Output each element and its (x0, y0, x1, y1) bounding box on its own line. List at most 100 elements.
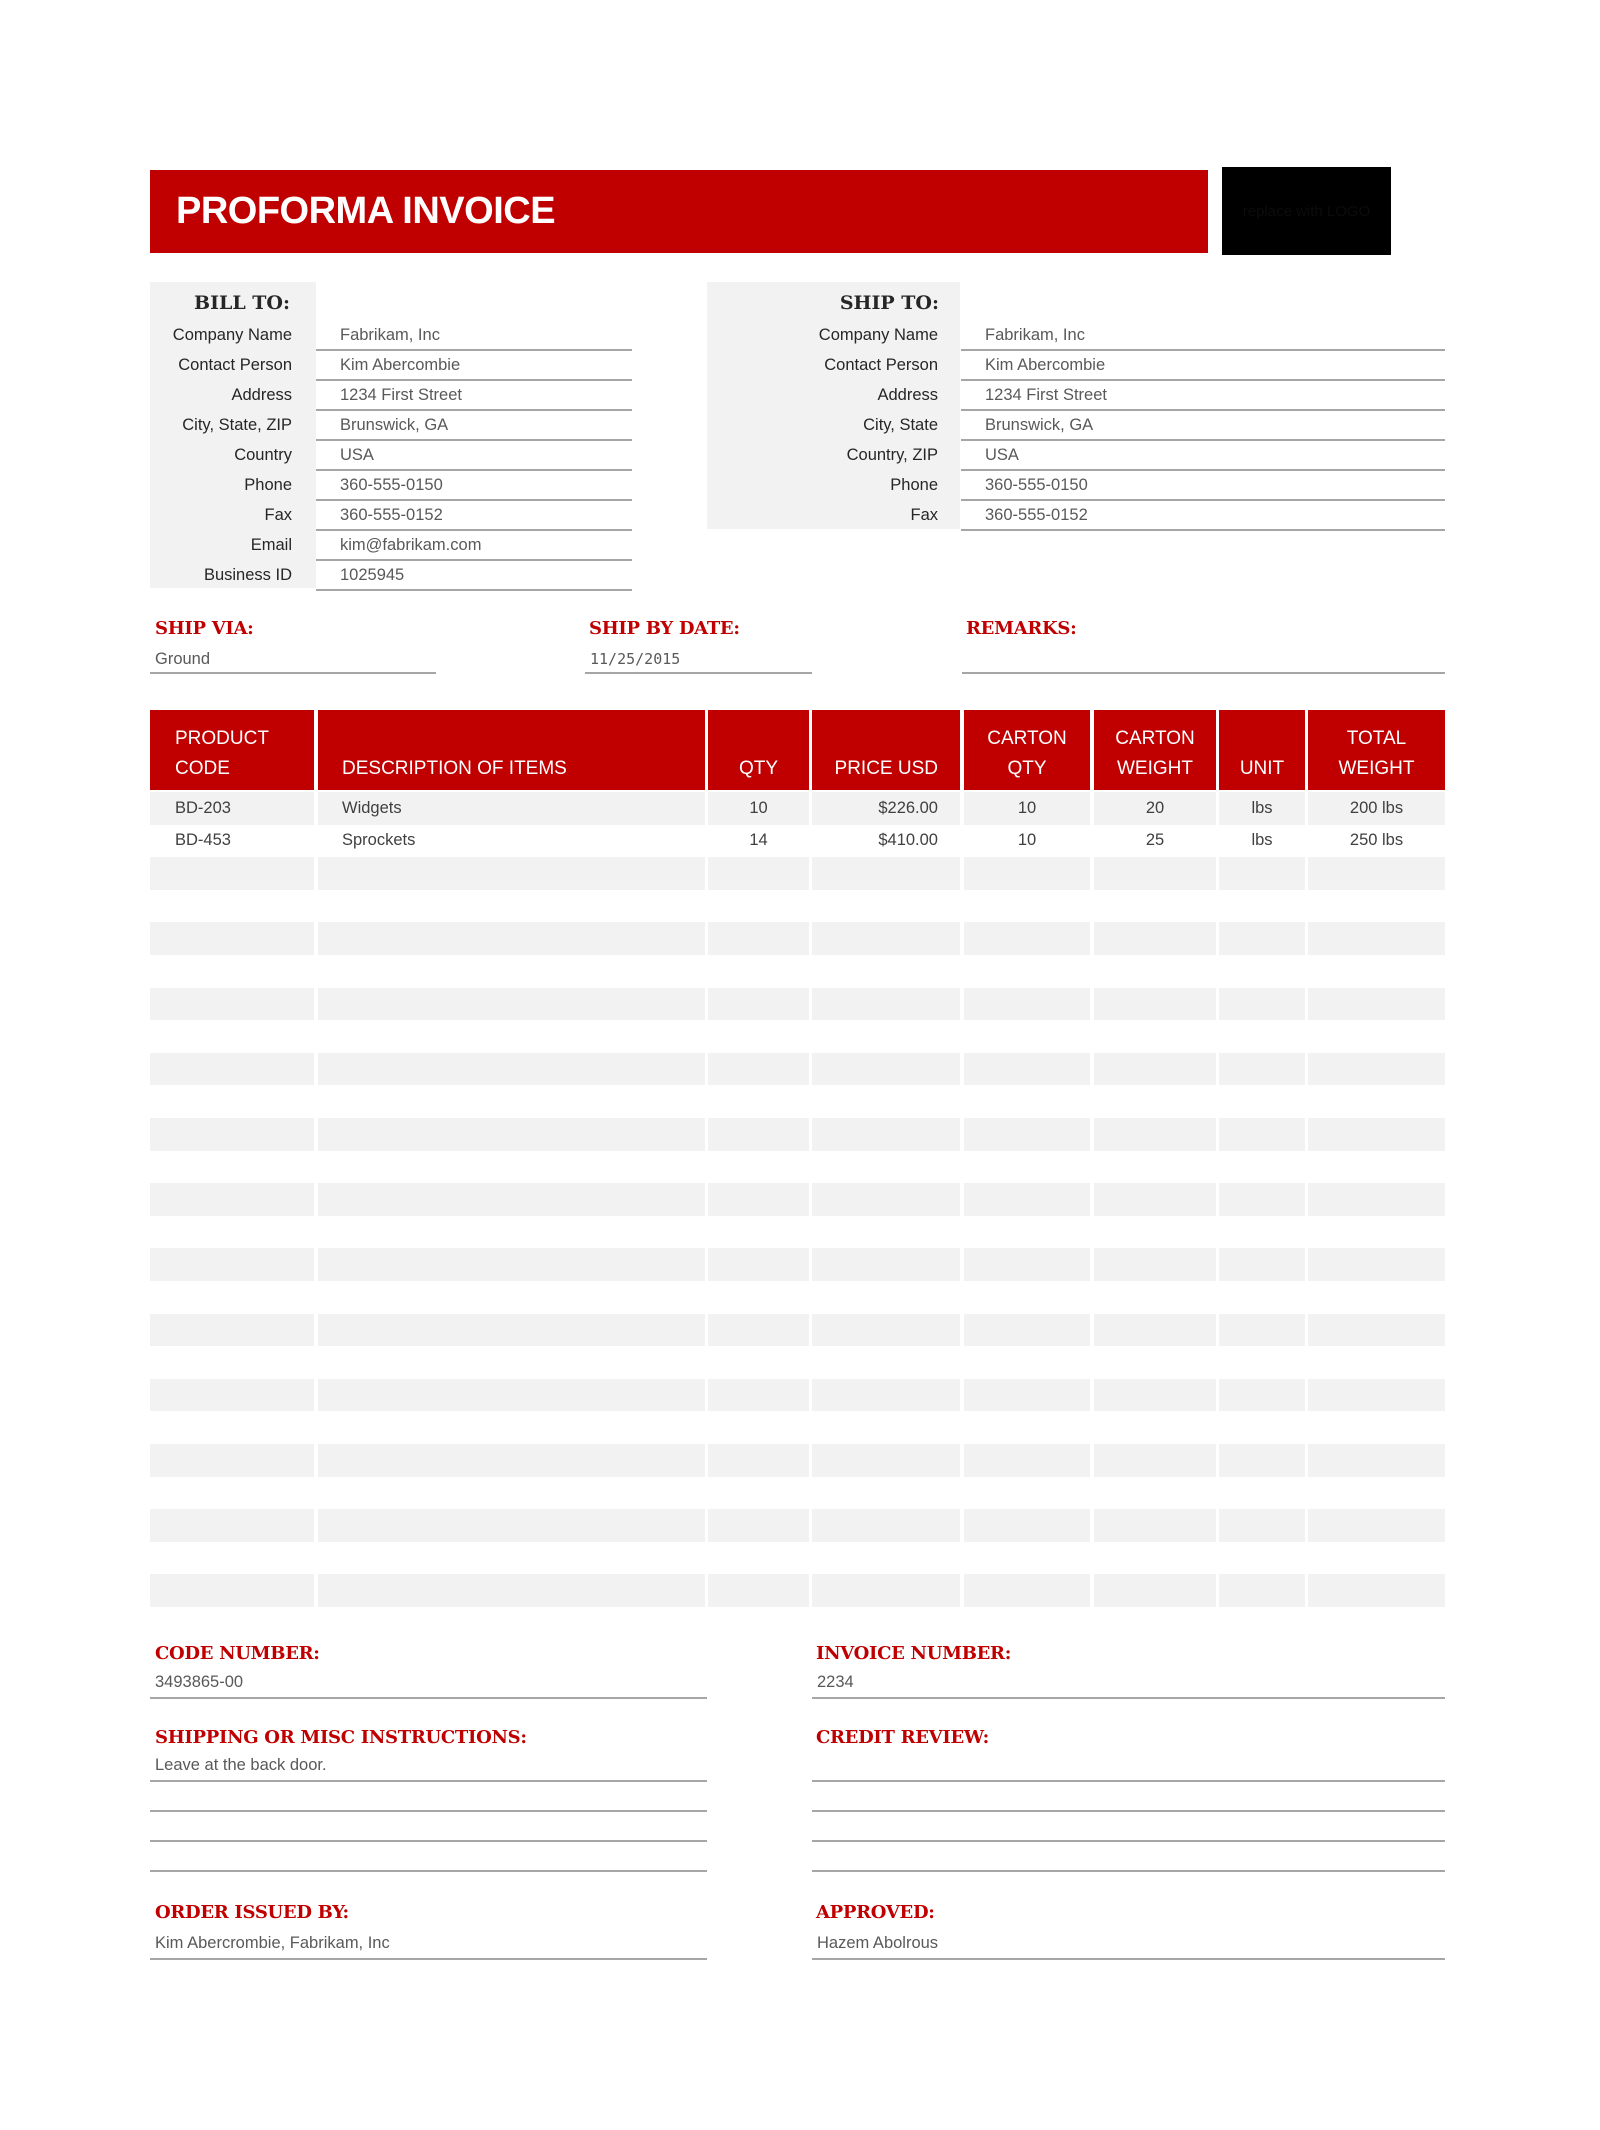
invoice-number-field[interactable]: 2234 (812, 1673, 1445, 1699)
table-cell[interactable] (708, 922, 809, 955)
table-cell[interactable] (812, 1248, 960, 1281)
table-cell[interactable] (708, 1444, 809, 1477)
table-cell[interactable] (1094, 1378, 1216, 1412)
table-cell[interactable]: BD-453 (150, 825, 314, 858)
ship-to-fax-field[interactable]: 360-555-0152 (961, 502, 1445, 531)
table-cell[interactable] (1308, 922, 1445, 955)
ship-to-phone-field[interactable]: 360-555-0150 (961, 472, 1445, 501)
table-cell[interactable] (964, 1151, 1090, 1184)
table-cell[interactable] (812, 890, 960, 923)
table-cell[interactable] (1308, 1509, 1445, 1542)
table-cell[interactable] (1219, 890, 1305, 923)
table-cell[interactable] (1308, 1574, 1445, 1607)
table-cell[interactable] (964, 955, 1090, 988)
table-cell[interactable] (708, 1477, 809, 1510)
table-cell[interactable] (1308, 1542, 1445, 1575)
table-cell[interactable] (812, 1151, 960, 1184)
table-cell[interactable]: lbs (1219, 792, 1305, 825)
table-cell[interactable] (1219, 1477, 1305, 1510)
table-cell[interactable] (1308, 1281, 1445, 1314)
table-cell[interactable] (318, 1118, 705, 1151)
table-cell[interactable]: $226.00 (812, 792, 960, 825)
approved-field[interactable]: Hazem Abolrous (812, 1934, 1445, 1960)
table-cell[interactable] (1094, 1281, 1216, 1314)
table-cell[interactable]: 10 (964, 792, 1090, 825)
table-cell[interactable] (812, 1281, 960, 1314)
table-cell[interactable] (708, 1183, 809, 1216)
table-cell[interactable] (150, 1085, 314, 1118)
bill-to-phone-field[interactable]: 360-555-0150 (316, 472, 632, 501)
table-cell[interactable] (318, 1183, 705, 1216)
instructions-lines-line[interactable]: Leave at the back door. (150, 1756, 707, 1782)
table-cell[interactable]: 25 (1094, 825, 1216, 858)
table-cell[interactable] (1094, 1444, 1216, 1477)
table-cell[interactable] (150, 1509, 314, 1542)
table-cell[interactable] (150, 1020, 314, 1053)
table-cell[interactable] (1219, 1151, 1305, 1184)
table-cell[interactable] (1308, 1378, 1445, 1412)
table-cell[interactable] (964, 1216, 1090, 1249)
table-cell[interactable] (1094, 1216, 1216, 1249)
table-cell[interactable] (1219, 1052, 1305, 1086)
table-cell[interactable] (812, 1574, 960, 1607)
table-cell[interactable] (1219, 1509, 1305, 1542)
table-cell[interactable] (812, 1542, 960, 1575)
table-cell[interactable] (1219, 1216, 1305, 1249)
table-cell[interactable] (1094, 1020, 1216, 1053)
table-cell[interactable] (1308, 1151, 1445, 1184)
table-cell[interactable] (708, 1509, 809, 1542)
table-cell[interactable] (318, 1574, 705, 1607)
table-cell[interactable] (708, 1216, 809, 1249)
credit-review-lines-line[interactable] (812, 1846, 1445, 1872)
credit-review-lines-line[interactable] (812, 1756, 1445, 1782)
table-cell[interactable]: BD-203 (150, 792, 314, 825)
table-cell[interactable] (1094, 1542, 1216, 1575)
table-cell[interactable] (964, 857, 1090, 890)
table-cell[interactable] (812, 955, 960, 988)
table-cell[interactable] (812, 1085, 960, 1118)
table-cell[interactable] (1308, 1216, 1445, 1249)
table-cell[interactable] (1094, 1248, 1216, 1281)
table-cell[interactable] (964, 987, 1090, 1021)
table-cell[interactable] (964, 1444, 1090, 1477)
table-cell[interactable]: 200 lbs (1308, 792, 1445, 825)
table-cell[interactable] (1219, 955, 1305, 988)
table-cell[interactable] (318, 1052, 705, 1086)
table-cell[interactable] (1219, 987, 1305, 1021)
bill-to-fax-field[interactable]: 360-555-0152 (316, 502, 632, 531)
table-cell[interactable] (812, 1378, 960, 1412)
remarks-field[interactable] (962, 650, 1445, 674)
table-cell[interactable] (150, 987, 314, 1021)
code-number-field[interactable]: 3493865-00 (150, 1673, 707, 1699)
table-cell[interactable] (964, 1281, 1090, 1314)
table-cell[interactable] (1308, 890, 1445, 923)
table-cell[interactable] (812, 922, 960, 955)
table-cell[interactable] (812, 1052, 960, 1086)
table-cell[interactable] (964, 1052, 1090, 1086)
bill-to-contact-person-field[interactable]: Kim Abercombie (316, 352, 632, 381)
table-cell[interactable] (150, 1574, 314, 1607)
table-cell[interactable] (318, 1444, 705, 1477)
table-cell[interactable] (812, 1477, 960, 1510)
table-cell[interactable] (1094, 890, 1216, 923)
table-cell[interactable] (318, 1542, 705, 1575)
table-cell[interactable] (150, 955, 314, 988)
table-cell[interactable] (1094, 1183, 1216, 1216)
table-cell[interactable] (150, 1411, 314, 1444)
table-cell[interactable] (1219, 1020, 1305, 1053)
table-cell[interactable]: 10 (708, 792, 809, 825)
table-cell[interactable] (1219, 922, 1305, 955)
table-cell[interactable] (812, 1020, 960, 1053)
table-cell[interactable] (812, 857, 960, 890)
bill-to-address-field[interactable]: 1234 First Street (316, 382, 632, 411)
table-cell[interactable] (1308, 1444, 1445, 1477)
table-cell[interactable] (708, 1020, 809, 1053)
table-cell[interactable] (1094, 922, 1216, 955)
table-cell[interactable] (318, 1281, 705, 1314)
table-cell[interactable] (964, 890, 1090, 923)
instructions-lines-line[interactable] (150, 1816, 707, 1842)
table-cell[interactable] (1308, 857, 1445, 890)
table-cell[interactable] (1094, 1151, 1216, 1184)
table-cell[interactable] (318, 1346, 705, 1379)
ship-to-country-zip-field[interactable]: USA (961, 442, 1445, 471)
